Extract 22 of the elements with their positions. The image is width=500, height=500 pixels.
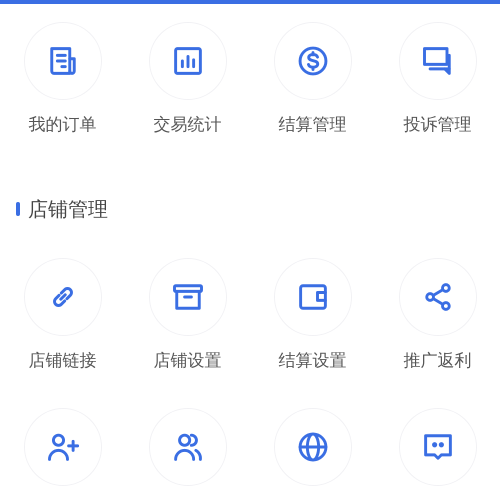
tile-label: 结算设置 [278, 350, 346, 372]
tile-label: 推广返利 [404, 350, 472, 372]
icon-button[interactable] [274, 22, 352, 100]
tile-label: 交易统计 [154, 114, 222, 136]
icon-button[interactable] [24, 22, 102, 100]
tile-label: 店铺链接 [28, 350, 96, 372]
tile-label: 我的订单 [28, 114, 96, 136]
icon-button[interactable] [274, 408, 352, 486]
tile-label: 投诉管理 [404, 114, 472, 136]
section-marker [16, 202, 20, 216]
icon-button[interactable] [24, 258, 102, 336]
icon-button[interactable] [148, 258, 226, 336]
icon-button[interactable] [398, 258, 476, 336]
tile-label: 店铺设置 [154, 350, 222, 372]
icon-button[interactable] [274, 258, 352, 336]
tile-label: 结算管理 [278, 114, 346, 136]
icon-button[interactable] [398, 408, 476, 486]
icon-button[interactable] [148, 22, 226, 100]
icon-button[interactable] [398, 22, 476, 100]
icon-button[interactable] [148, 408, 226, 486]
icon-button[interactable] [24, 408, 102, 486]
section-title: 店铺管理 [28, 197, 108, 221]
